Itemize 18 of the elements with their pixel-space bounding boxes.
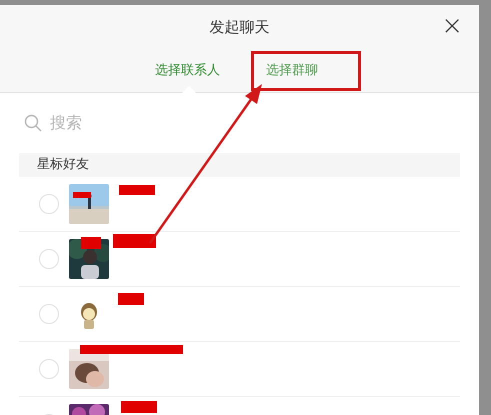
redaction-bar: [73, 192, 91, 198]
tab[interactable]: 选择联系人: [155, 50, 220, 92]
close-button[interactable]: ×: [441, 13, 463, 39]
radio-button[interactable]: [39, 194, 59, 214]
radio-button[interactable]: [39, 249, 59, 269]
redaction-bar: [121, 401, 157, 413]
contact-row[interactable]: [19, 232, 460, 287]
radio-button[interactable]: [39, 359, 59, 379]
search-icon: [24, 114, 42, 132]
tab[interactable]: 选择群聊: [266, 50, 318, 92]
section-header: 星标好友: [19, 153, 460, 177]
redaction-bar: [118, 293, 144, 305]
radio-button[interactable]: [39, 304, 59, 324]
search-field[interactable]: 搜索: [50, 111, 250, 135]
redaction-bar: [113, 234, 156, 248]
dialog-title: 发起聊天: [210, 17, 270, 38]
redaction-bar: [119, 185, 155, 195]
redaction-bar: [81, 237, 101, 249]
